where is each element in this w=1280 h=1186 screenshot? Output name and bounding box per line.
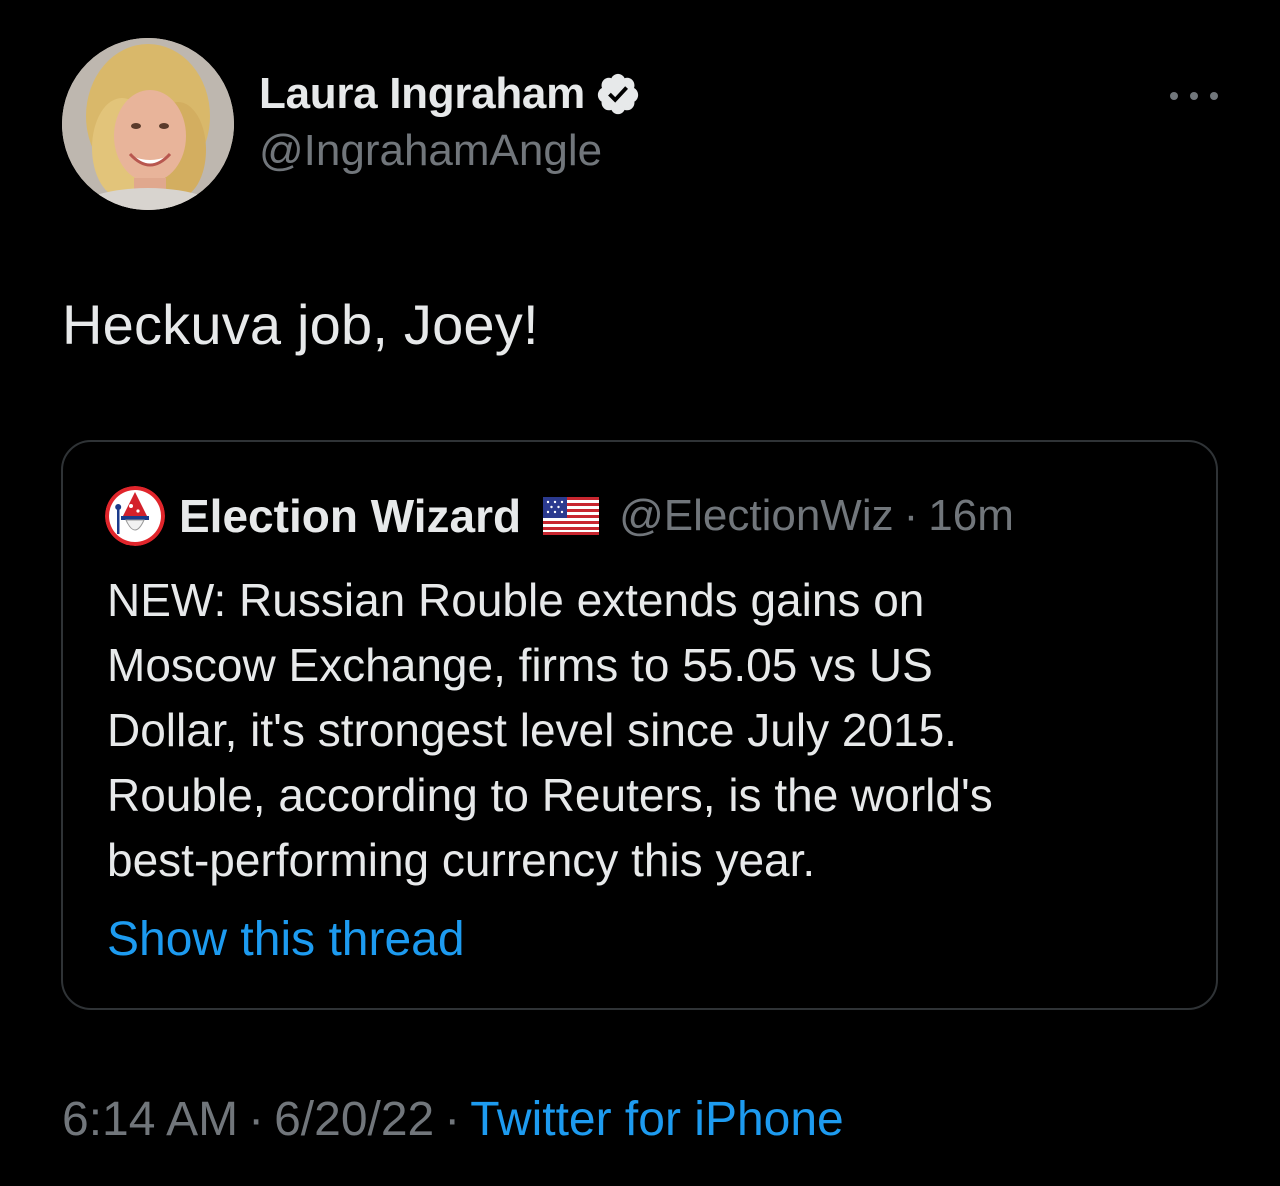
quoted-tweet-header: Election Wizard @ElectionWiz · 16m (105, 486, 1014, 546)
quoted-text-line: Dollar, it's strongest level since July … (107, 704, 957, 756)
verified-badge-icon (595, 71, 641, 117)
quoted-handle[interactable]: @ElectionWiz (619, 491, 894, 541)
meta-separator: · (444, 1093, 461, 1146)
quoted-tweet-text: NEW: Russian Rouble extends gains on Mos… (107, 568, 1187, 893)
author-avatar-image (62, 38, 234, 210)
meta-separator: · (248, 1093, 265, 1146)
quoted-separator: · (903, 491, 919, 540)
quoted-text-line: best-performing currency this year. (107, 834, 816, 886)
tweet-metadata: 6:14 AM · 6/20/22 · Twitter for iPhone (62, 1092, 844, 1147)
author-display-name[interactable]: Laura Ingraham (259, 69, 585, 119)
show-thread-link[interactable]: Show this thread (107, 912, 465, 967)
tweet-date[interactable]: 6/20/22 (274, 1093, 434, 1146)
author-names: Laura Ingraham @IngrahamAngle (259, 66, 641, 176)
quoted-text-line: Rouble, according to Reuters, is the wor… (107, 769, 993, 821)
quoted-tweet-card[interactable]: Election Wizard @ElectionWiz · 16m NEW: … (61, 440, 1218, 1010)
tweet-text: Heckuva job, Joey! (62, 293, 539, 356)
tweet-source-link[interactable]: Twitter for iPhone (470, 1093, 844, 1146)
quoted-text-line: Moscow Exchange, firms to 55.05 vs US (107, 639, 933, 691)
quoted-display-name[interactable]: Election Wizard (179, 489, 521, 543)
wizard-avatar-icon[interactable] (105, 486, 165, 546)
more-options-icon[interactable] (1170, 84, 1218, 108)
more-dot (1210, 92, 1218, 100)
tweet-time[interactable]: 6:14 AM (62, 1093, 238, 1146)
author-handle[interactable]: @IngrahamAngle (259, 126, 641, 176)
quoted-text-line: NEW: Russian Rouble extends gains on (107, 574, 925, 626)
more-dot (1170, 92, 1178, 100)
author-display-row: Laura Ingraham (259, 66, 641, 122)
us-flag-icon (543, 497, 600, 535)
tweet: Laura Ingraham @IngrahamAngle Heckuva jo… (0, 0, 1280, 1186)
author-avatar[interactable] (62, 38, 234, 210)
more-dot (1190, 92, 1198, 100)
quoted-timestamp[interactable]: 16m (928, 491, 1014, 541)
